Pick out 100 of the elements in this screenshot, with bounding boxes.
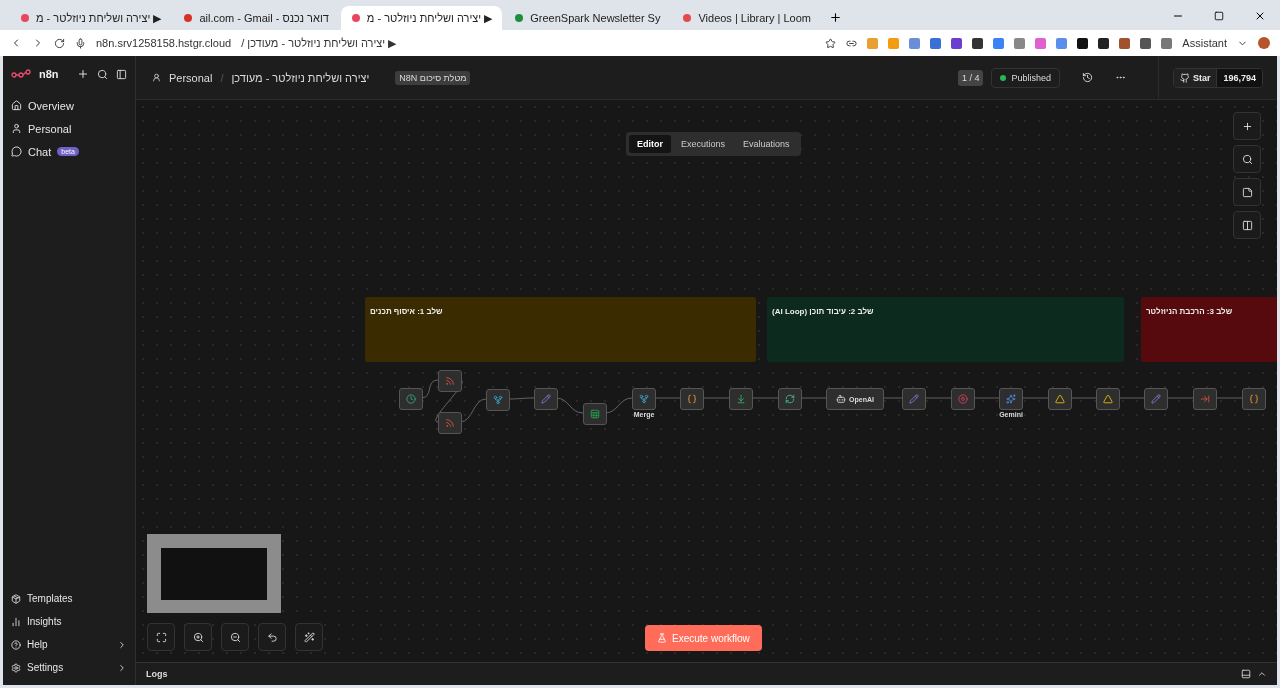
canvas-control-button[interactable] bbox=[295, 623, 323, 651]
workflow-node[interactable] bbox=[438, 370, 462, 392]
assistant-button[interactable]: Assistant bbox=[1182, 37, 1227, 49]
fit-view-icon bbox=[155, 631, 167, 643]
loop-icon bbox=[785, 394, 795, 404]
sticky-note[interactable]: שלב 3: הרכבת הניוזלטר bbox=[1141, 297, 1277, 362]
canvas-tool-button[interactable] bbox=[1233, 178, 1261, 206]
address-url[interactable]: n8n.srv1258158.hstgr.cloud bbox=[96, 37, 232, 49]
workflow-node[interactable] bbox=[778, 388, 802, 410]
canvas-tool-button[interactable] bbox=[1233, 145, 1261, 173]
logo-icon bbox=[11, 69, 31, 79]
canvas-control-button[interactable] bbox=[258, 623, 286, 651]
nav-item[interactable]: Settings bbox=[11, 656, 127, 679]
view-tab[interactable]: Evaluations bbox=[735, 135, 798, 153]
status-dot bbox=[1000, 74, 1007, 81]
workflow-node[interactable] bbox=[1193, 388, 1217, 410]
workflow-node[interactable] bbox=[1048, 388, 1072, 410]
canvas-control-button[interactable] bbox=[147, 623, 175, 651]
profile-avatar[interactable] bbox=[1258, 37, 1270, 49]
workflow-node[interactable] bbox=[1144, 388, 1168, 410]
connection-line bbox=[881, 397, 903, 399]
github-star-button[interactable]: Star bbox=[1173, 68, 1218, 87]
flask-icon bbox=[657, 633, 667, 643]
sticky-title: שלב 2: עיבוד תוכן (AI Loop) bbox=[772, 307, 874, 316]
workflow-node[interactable] bbox=[951, 388, 975, 410]
view-tab[interactable]: Editor bbox=[629, 135, 671, 153]
star-count: 196,794 bbox=[1217, 68, 1262, 87]
minimap[interactable] bbox=[147, 534, 281, 613]
nav-item[interactable]: Overview bbox=[11, 94, 127, 117]
connection-line bbox=[604, 397, 633, 414]
breadcrumb-separator: / bbox=[220, 71, 224, 84]
sticky-note[interactable]: שלב 1: איסוף תכנים bbox=[365, 297, 756, 362]
chevron-right-icon bbox=[117, 639, 127, 650]
browser-tab[interactable]: ail.com - Gmail - דואר נכנס bbox=[173, 6, 339, 30]
triangle-icon bbox=[1055, 394, 1065, 404]
published-button[interactable]: Published bbox=[991, 67, 1060, 88]
sticky-note-icon bbox=[1241, 186, 1253, 198]
workflow-node[interactable] bbox=[399, 388, 423, 410]
workflow-tag[interactable]: N8N מטלת סיכום bbox=[395, 70, 471, 85]
pencil-icon bbox=[909, 394, 919, 404]
rss-icon bbox=[445, 376, 455, 386]
search-icon[interactable] bbox=[97, 68, 108, 80]
branch-icon bbox=[493, 395, 503, 405]
split-icon bbox=[736, 394, 746, 404]
sparkle-icon bbox=[1006, 394, 1016, 404]
add-icon[interactable] bbox=[77, 68, 89, 80]
bookmark-star-icon[interactable] bbox=[825, 37, 837, 49]
site-icon bbox=[682, 13, 693, 23]
workflow-node[interactable] bbox=[1096, 388, 1120, 410]
extension-icon[interactable] bbox=[972, 37, 984, 49]
extension-icon[interactable] bbox=[1140, 37, 1152, 49]
workflow-node[interactable] bbox=[486, 389, 510, 411]
help-icon bbox=[11, 639, 21, 650]
connection-line bbox=[1020, 397, 1049, 399]
filter-icon bbox=[1200, 394, 1210, 404]
microphone-icon[interactable] bbox=[75, 37, 86, 49]
nav-item[interactable]: Insights bbox=[11, 610, 127, 633]
nav-item[interactable]: Templates bbox=[11, 587, 127, 610]
sticky-note[interactable]: שלב 2: עיבוד תוכן (AI Loop) bbox=[767, 297, 1124, 362]
connection-line bbox=[555, 397, 584, 414]
connection-line bbox=[701, 397, 730, 399]
extension-icon[interactable] bbox=[1098, 37, 1110, 49]
triangle-icon bbox=[1103, 394, 1113, 404]
reload-icon[interactable] bbox=[54, 37, 65, 49]
version-indicator[interactable]: 1 / 4 bbox=[957, 69, 984, 86]
extension-icon[interactable] bbox=[951, 37, 963, 49]
collapse-sidebar-icon[interactable] bbox=[116, 68, 127, 80]
braces-icon bbox=[687, 394, 697, 404]
browser-tab[interactable]: GreenSpark Newsletter Sy bbox=[504, 6, 671, 30]
workflow-node[interactable] bbox=[534, 388, 558, 410]
new-tab-icon[interactable] bbox=[828, 11, 842, 24]
workflow-node[interactable] bbox=[1242, 388, 1266, 410]
workflow-node[interactable] bbox=[680, 388, 704, 410]
workflow-node[interactable] bbox=[902, 388, 926, 410]
canvas-control-button[interactable] bbox=[221, 623, 249, 651]
github-star-widget[interactable]: Star 196,794 bbox=[1172, 67, 1263, 88]
workflow-node[interactable] bbox=[583, 403, 607, 425]
box-icon bbox=[11, 593, 21, 604]
view-tab[interactable]: Executions bbox=[673, 135, 734, 153]
workflow-name[interactable]: יצירה ושליחת ניוזלטר - מעודכן bbox=[231, 71, 370, 84]
project-link[interactable]: Personal bbox=[169, 71, 213, 84]
close-icon[interactable] bbox=[1254, 10, 1266, 22]
browser-tab[interactable]: יצירה ושליחת ניוזלטר - מ ▶ bbox=[10, 6, 172, 30]
canvas-tool-button[interactable] bbox=[1233, 211, 1261, 239]
chevron-up-icon[interactable] bbox=[1257, 669, 1267, 679]
pencil-icon bbox=[541, 394, 551, 404]
browser-tab[interactable]: יצירה ושליחת ניוזלטר - מ ▶ bbox=[340, 6, 503, 30]
branch-icon bbox=[639, 394, 649, 404]
browser-tab[interactable]: Videos | Library | Loom bbox=[672, 6, 821, 30]
workflow-node[interactable] bbox=[729, 388, 753, 410]
nav-item[interactable]: Help bbox=[11, 633, 127, 656]
connection-line bbox=[750, 397, 779, 399]
nav-item[interactable]: Personal bbox=[11, 117, 127, 140]
connection-line bbox=[1214, 397, 1243, 399]
workflow-node[interactable] bbox=[438, 412, 462, 434]
extension-icon[interactable] bbox=[1077, 37, 1089, 49]
panel-icon[interactable] bbox=[1241, 669, 1251, 679]
history-icon[interactable] bbox=[1081, 72, 1093, 83]
canvas-control-button[interactable] bbox=[184, 623, 212, 651]
maximize-icon[interactable] bbox=[1214, 11, 1224, 21]
